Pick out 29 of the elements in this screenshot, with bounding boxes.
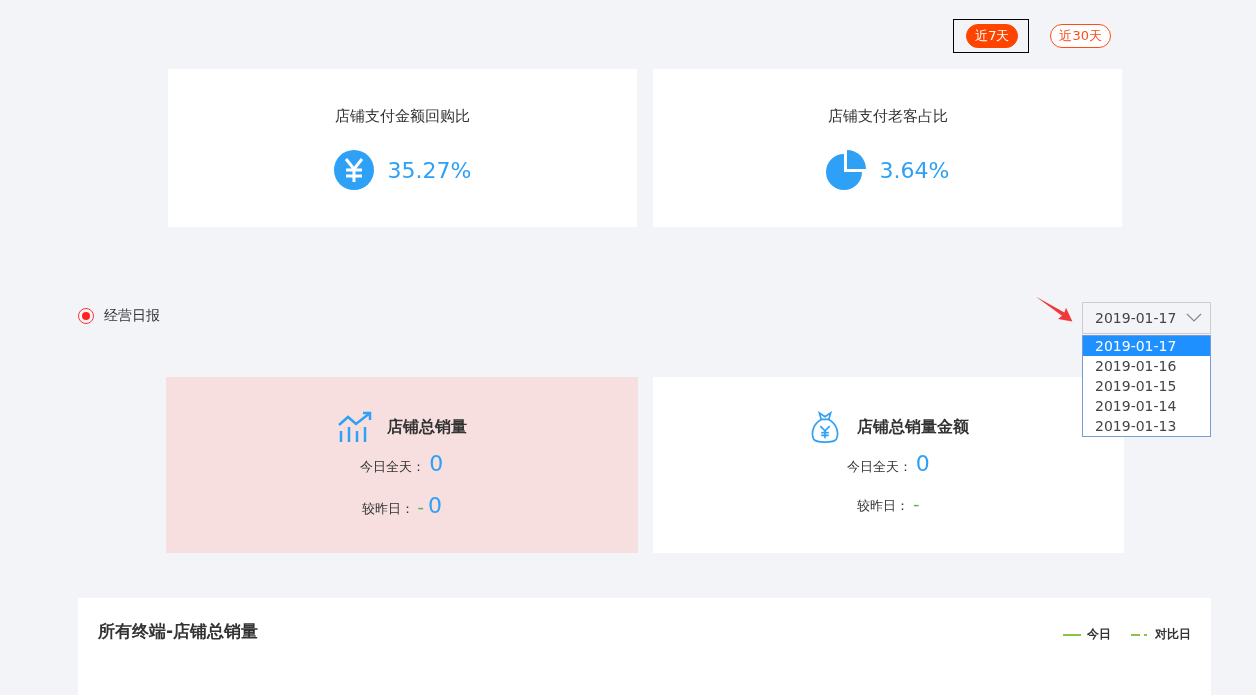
radio-label: 经营日报 (104, 307, 160, 325)
metric-value: 0 (915, 451, 930, 476)
card-title: 店铺总销量金额 (857, 416, 970, 438)
card-title: 店铺总销量 (386, 416, 467, 438)
metric-value: 0 (428, 493, 442, 518)
metric-label: 较昨日： (361, 500, 414, 518)
line-icon (1063, 632, 1081, 637)
legend-label: 对比日 (1155, 626, 1191, 643)
bar-chart-icon (336, 411, 373, 443)
pie-chart-icon (825, 150, 866, 190)
metric-label: 今日全天： (846, 458, 912, 476)
metric-value: 0 (429, 451, 444, 476)
change-sign: - (417, 496, 424, 517)
dropdown-option[interactable]: 2019-01-16 (1083, 356, 1210, 376)
metric-label: 较昨日： (857, 497, 909, 515)
metric-label: 今日全天： (360, 458, 426, 476)
dashed-line-icon (1131, 632, 1149, 637)
sales-card[interactable]: 店铺总销量 今日全天： 0 较昨日： - 0 (166, 377, 638, 553)
panel-title: 所有终端-店铺总销量 (98, 620, 259, 643)
chevron-down-icon (1186, 313, 1202, 323)
yen-icon (333, 150, 374, 190)
change-sign: - (913, 493, 920, 514)
stat-title: 店铺支付老客占比 (827, 107, 948, 126)
select-value: 2019-01-17 (1095, 310, 1177, 326)
date-select[interactable]: 2019-01-17 (1082, 302, 1211, 334)
stat-value: 3.64% (879, 157, 950, 183)
stat-value: 35.27% (387, 157, 472, 183)
stat-title: 店铺支付金额回购比 (335, 107, 470, 126)
legend-label: 今日 (1087, 626, 1111, 643)
